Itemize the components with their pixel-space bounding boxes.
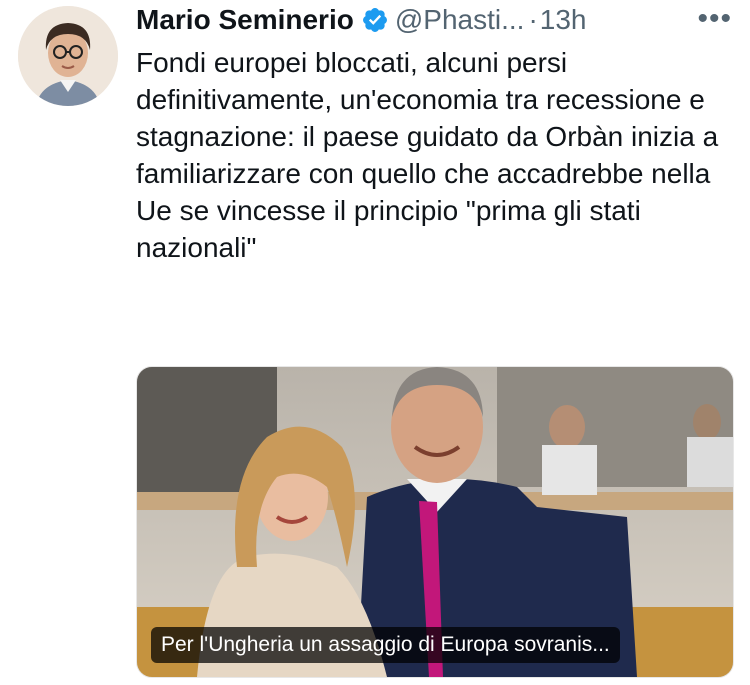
author-name[interactable]: Mario Seminerio: [136, 4, 354, 36]
tweet-text: Fondi europei bloccati, alcuni persi def…: [136, 47, 719, 263]
media-caption: Per l'Ungheria un assaggio di Europa sov…: [151, 627, 620, 663]
verified-badge-icon: [362, 8, 387, 32]
avatar-image: [18, 6, 118, 106]
author-handle[interactable]: @Phasti...: [395, 4, 525, 36]
timestamp[interactable]: 13h: [540, 4, 587, 36]
avatar[interactable]: [18, 6, 118, 106]
tweet-header: Mario Seminerio @Phasti... · 13h •••: [136, 2, 736, 38]
more-options-icon[interactable]: •••: [697, 2, 732, 36]
separator-dot: ·: [528, 4, 538, 35]
tweet-media[interactable]: Per l'Ungheria un assaggio di Europa sov…: [136, 366, 734, 678]
